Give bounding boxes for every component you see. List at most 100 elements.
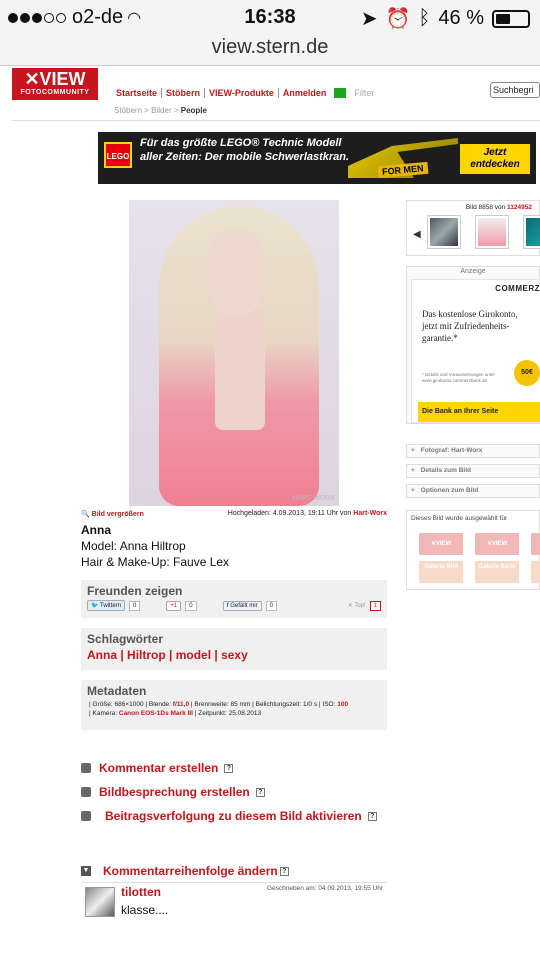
plus-icon: + [411,467,415,474]
chevron-left-icon[interactable]: ◀ [413,229,421,240]
help-icon[interactable]: ? [279,866,289,876]
badge-view-3[interactable] [531,533,540,555]
ad-headline: Das kostenlose Girokonto, jetzt mit Zufr… [422,309,518,343]
bluetooth-icon: ᛒ [418,7,431,29]
lego-logo: LEGO [104,142,132,168]
enlarge-link[interactable]: 🔍 Bild vergrößern [81,511,144,518]
breadcrumb: Stöbern > Bilder > People [114,106,207,115]
help-icon[interactable]: ? [255,787,265,797]
comment-author[interactable]: tilotten [121,885,161,899]
twitter-button[interactable]: 🐦 Twittern [87,600,126,611]
selected-for-title: Dieses Bild wurde ausgewählt für [411,515,508,522]
tags-heading: Schlagwörter [87,632,164,646]
plus-icon: + [411,447,415,454]
upload-info: Hochgeladen: 4.09.2013, 19:11 Uhr von Ha… [228,510,387,517]
breadcrumb-bilder[interactable]: Bilder [151,106,171,115]
plus-icon: + [411,487,415,494]
lego-banner-ad[interactable]: LEGO Für das größte LEGO® Technic Modell… [98,132,536,184]
thumbnail-prev[interactable] [427,215,461,249]
nav-stoebern[interactable]: Stöbern [162,88,206,98]
image-counter: Bild 8858 von 1124952 [465,204,532,211]
create-comment-action[interactable]: Kommentar erstellen? [81,756,387,780]
aperture-link[interactable]: f/11,0 [173,701,189,708]
divider [12,120,540,121]
tags-box: Schlagwörter Anna | Hiltrop | model | se… [81,628,387,670]
status-bar: o2-de ◠ 16:38 ➤ ⏰ ᛒ 46 % [0,0,540,34]
alarm-icon: ⏰ [385,8,411,30]
share-box: Freunden zeigen 🐦 Twittern 0 +1 0 f Gefä… [81,580,387,618]
speech-bubble-icon [81,811,91,821]
chevron-down-icon: ▼ [81,866,91,876]
iso-link[interactable]: 100 [337,701,348,708]
thumbnail-next[interactable] [523,215,540,249]
badge-galerie-serie[interactable]: Galerie Serie [475,561,519,583]
badge-view-1[interactable]: ✕VIEW [419,533,463,555]
filter-link[interactable]: Filter [350,88,378,98]
commerzbank-ad[interactable]: Anzeige COMMERZ Das kostenlose Girokonto… [406,266,540,424]
top-button[interactable]: ✕ Top! [348,602,366,609]
photo-face [205,230,267,316]
comment-text: klasse.... [121,903,169,917]
badge-galerie-bild[interactable]: Galerie Bild [419,561,463,583]
uploader-link[interactable]: Hart-Worx [353,510,387,517]
comment-item: tilotten Geschrieben am: 04.09.2013, 19:… [81,882,387,924]
accordion-details[interactable]: + Details zum Bild [406,464,540,478]
twitter-count: 0 [129,600,141,611]
nav-view-produkte[interactable]: VIEW-Produkte [205,88,279,98]
help-icon[interactable]: ? [367,811,377,821]
search-input[interactable]: Suchbegri [490,82,540,98]
photo-watermark: HART-WORX [292,495,335,502]
follow-action[interactable]: Beitragsverfolgung zu diesem Bild aktivi… [81,804,387,828]
thumbnail-strip: Bild 8858 von 1124952 ◀ [406,200,540,256]
camera-link[interactable]: Canon EOS-1Ds Mark III [119,710,193,717]
logo-sub: FOTOCOMMUNITY [20,89,90,96]
photo-description: Anna Model: Anna Hiltrop Hair & Make-Up:… [81,522,229,570]
main-photo[interactable]: HART-WORX [129,200,339,506]
pencil-icon [81,787,91,797]
facebook-like-button[interactable]: f Gefällt mir [222,600,262,611]
web-page: ✕VIEW FOTOCOMMUNITY Startseite Stöbern V… [0,66,540,960]
comment-edit-icon [81,763,91,773]
help-icon[interactable]: ? [224,763,234,773]
badge-view-2[interactable]: ✕VIEW [475,533,519,555]
ad-label: Anzeige [460,268,486,275]
ad-badge: 50€ [514,360,540,386]
view-logo[interactable]: ✕VIEW FOTOCOMMUNITY [12,68,98,100]
tag-list[interactable]: Anna | Hiltrop | model | sexy [87,648,381,662]
breadcrumb-people: People [180,106,207,115]
main-nav: Startseite Stöbern VIEW-Produkte Anmelde… [112,88,378,98]
nav-startseite[interactable]: Startseite [112,88,163,98]
metadata-heading: Metadaten [87,684,147,698]
selected-for-box: Dieses Bild wurde ausgewählt für ✕VIEW ✕… [406,510,540,590]
logo-main: ✕VIEW [24,69,86,89]
avatar[interactable] [85,887,115,917]
nav-anmelden[interactable]: Anmelden [279,88,331,98]
photo-meta-line: 🔍 Bild vergrößern Hochgeladen: 4.09.2013… [81,510,387,518]
create-review-action[interactable]: Bildbesprechung erstellen? [81,780,387,804]
ad-brand: COMMERZ [495,284,540,293]
comment-timestamp: Geschrieben am: 04.09.2013, 19:55 Uhr [267,885,383,892]
top-count: 1 [369,600,381,611]
gplus-button[interactable]: +1 [166,600,182,611]
badge-galerie-3[interactable] [531,561,540,583]
ad-cta[interactable]: Die Bank an Ihrer Seite [418,402,540,422]
site-header: ✕VIEW FOTOCOMMUNITY Startseite Stöbern V… [12,66,540,120]
filter-icon[interactable] [334,88,347,98]
metadata-text: | Größe: 686×1000 | Blende: f/11,0 | Bre… [89,701,349,717]
metadata-box: Metadaten | Größe: 686×1000 | Blende: f/… [81,680,387,730]
address-bar[interactable]: view.stern.de [0,34,540,66]
accordion-photographer[interactable]: + Fotograf: Hart-Worx [406,444,540,458]
accordion-options[interactable]: + Optionen zum Bild [406,484,540,498]
ad-footnote: * Details und Voraussetzungen unter www.… [422,372,496,383]
description-hair: Hair & Make-Up: Fauve Lex [81,555,230,569]
comment-order-toggle[interactable]: ▼ Kommentarreihenfolge ändern ? [81,864,289,878]
battery-percent: 46 % [438,7,484,29]
thumbnail-current[interactable] [475,215,509,249]
facebook-count: 0 [265,600,277,611]
action-list: Kommentar erstellen? Bildbesprechung ers… [81,756,387,828]
breadcrumb-stoebern[interactable]: Stöbern [114,106,142,115]
lego-banner-text: Für das größte LEGO® Technic Modell alle… [140,137,350,163]
lego-cta-button[interactable]: Jetzt entdecken [460,144,530,174]
location-arrow-icon: ➤ [360,8,378,30]
upload-date: Hochgeladen: 4.09.2013, 19:11 Uhr von [227,510,352,517]
